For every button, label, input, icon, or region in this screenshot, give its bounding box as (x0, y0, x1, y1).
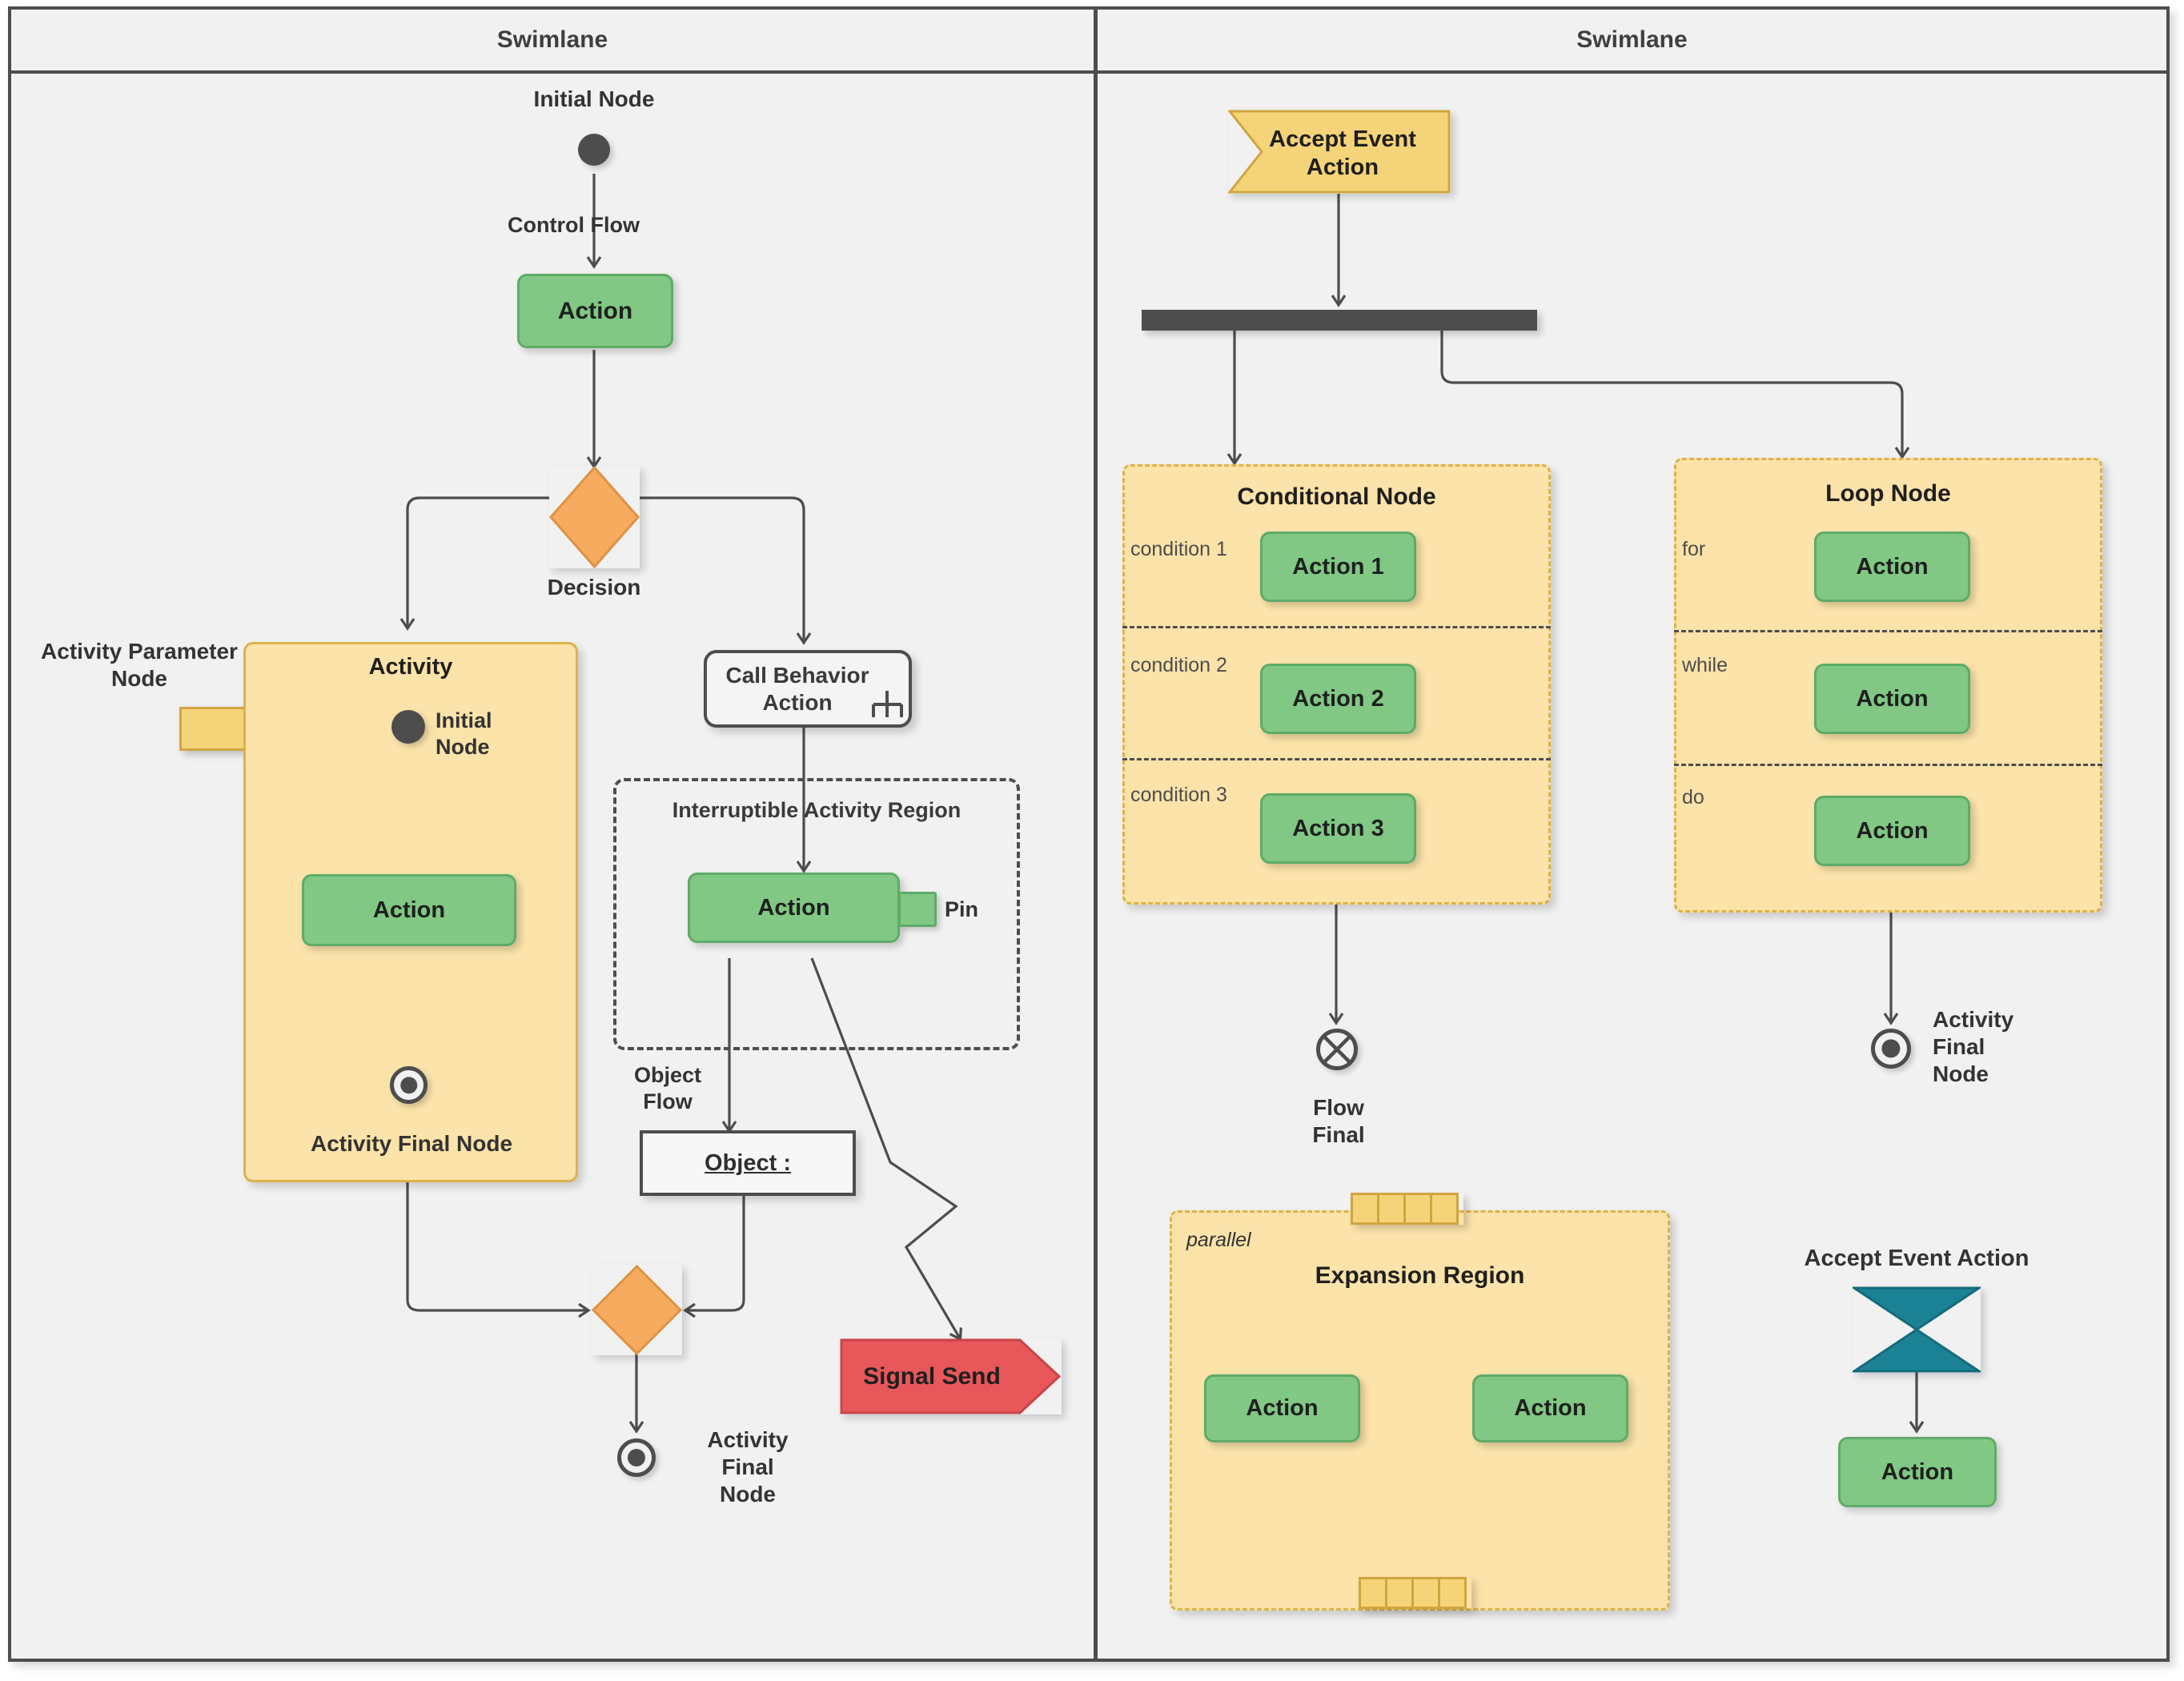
action-top-label: Action (557, 297, 633, 324)
accept-event-action-label: Accept Event Action (1269, 126, 1416, 181)
flow-final-label: Flow Final (1312, 1095, 1365, 1148)
flow-final-cross-icon (1323, 1036, 1351, 1063)
time-event-node[interactable] (1850, 1286, 1983, 1373)
merge-shape (591, 1264, 683, 1356)
edge-fork-to-loop (1440, 330, 1902, 456)
conditional-action-2-label: Action 2 (1292, 685, 1384, 712)
hourglass-icon (1850, 1286, 1983, 1373)
expansion-region-title: Expansion Region (1315, 1262, 1525, 1289)
expansion-cell (1411, 1577, 1440, 1609)
flow-final-node[interactable] (1316, 1029, 1358, 1070)
expansion-action-left-label: Action (1246, 1395, 1319, 1421)
activity-initial-node[interactable] (391, 710, 425, 744)
loop-action-3-label: Action (1856, 817, 1929, 844)
activity-final-node-right-label: Activity Final Node (1933, 1007, 2014, 1087)
expansion-action-right[interactable]: Action (1472, 1374, 1628, 1442)
swimlane-left-label: Swimlane (496, 26, 608, 53)
activity-parameter-node-label: Activity Parameter Node (41, 639, 238, 692)
loop-action-2-label: Action (1856, 685, 1929, 712)
edge-activity-to-merge (406, 1182, 588, 1310)
conditional-node-title: Conditional Node (1237, 483, 1436, 510)
activity-final-node-left-label: Activity Final Node (707, 1427, 789, 1507)
expansion-action-left[interactable]: Action (1204, 1374, 1360, 1442)
decision-node[interactable] (549, 465, 640, 569)
decision-label: Decision (547, 575, 641, 600)
expansion-cell (1351, 1193, 1379, 1225)
activity-initial-node-label: Initial Node (436, 708, 492, 759)
expansion-node-output[interactable] (1359, 1577, 1471, 1609)
time-event-action[interactable]: Action (1838, 1437, 1997, 1507)
loop-action-1-label: Action (1856, 553, 1929, 580)
expansion-cell (1377, 1193, 1406, 1225)
decision-shape (549, 465, 640, 569)
conditional-separator-2 (1122, 758, 1551, 760)
action-top[interactable]: Action (517, 274, 673, 348)
swimlane-divider (1094, 10, 1098, 1659)
loop-node-title: Loop Node (1825, 480, 1951, 507)
activity-action[interactable]: Action (302, 874, 516, 946)
pin-node[interactable] (898, 892, 937, 927)
loop-separator-1 (1674, 630, 2102, 632)
conditional-segment-label-2: condition 2 (1130, 654, 1227, 676)
swimlane-right-label: Swimlane (1576, 26, 1688, 53)
object-flow-label: Object Flow (633, 1063, 702, 1113)
time-event-label: Accept Event Action (1804, 1246, 2029, 1271)
diagram-canvas: Swimlane Swimlane Initial Node Control F… (0, 0, 2184, 1681)
interruptible-activity-region-title: Interruptible Activity Region (672, 798, 962, 822)
initial-node-label: Initial Node (533, 86, 655, 111)
merge-node[interactable] (591, 1264, 683, 1356)
fork-node[interactable] (1142, 310, 1537, 331)
swimlane-header-left[interactable]: Swimlane (11, 10, 1094, 74)
edge-decision-to-activity (407, 496, 549, 628)
edge-decision-to-callbehavior (640, 496, 804, 642)
activity-diagram: Swimlane Swimlane Initial Node Control F… (8, 6, 2170, 1662)
loop-action-2[interactable]: Action (1814, 664, 1970, 734)
signal-send-label: Signal Send (863, 1363, 1001, 1390)
conditional-segment-label-3: condition 3 (1130, 784, 1227, 806)
object-node-label: Object : (705, 1149, 791, 1176)
activity-action-label: Action (372, 897, 446, 923)
interruptible-action[interactable]: Action (688, 873, 900, 943)
conditional-action-1[interactable]: Action 1 (1260, 532, 1416, 602)
pin-label: Pin (945, 897, 979, 921)
swimlane-header-right[interactable]: Swimlane (1098, 10, 2166, 74)
object-node[interactable]: Object : (640, 1130, 856, 1196)
activity-final-node-left[interactable] (617, 1438, 656, 1477)
conditional-action-1-label: Action 1 (1292, 553, 1384, 580)
control-flow-label: Control Flow (508, 213, 640, 237)
loop-segment-label-1: for (1682, 538, 1706, 560)
expansion-node-input[interactable] (1351, 1193, 1463, 1225)
expansion-action-right-label: Action (1514, 1395, 1587, 1421)
initial-node[interactable] (578, 134, 610, 166)
expansion-cell (1430, 1193, 1459, 1225)
call-behavior-rake-icon (872, 691, 903, 717)
conditional-action-2[interactable]: Action 2 (1260, 664, 1416, 734)
loop-action-3[interactable]: Action (1814, 796, 1970, 866)
expansion-cell (1403, 1193, 1432, 1225)
conditional-segment-label-1: condition 1 (1130, 538, 1227, 560)
edge-object-to-merge (686, 1194, 745, 1310)
expansion-region-keyword: parallel (1186, 1229, 1251, 1251)
interruptible-action-label: Action (757, 894, 830, 921)
expansion-cell (1359, 1577, 1387, 1609)
time-event-action-label: Action (1881, 1458, 1954, 1485)
conditional-action-3-label: Action 3 (1292, 815, 1384, 841)
expansion-cell (1385, 1577, 1414, 1609)
loop-separator-2 (1674, 764, 2102, 766)
activity-final-node-right[interactable] (1871, 1029, 1911, 1069)
activity-final-node-inner[interactable] (390, 1066, 428, 1104)
expansion-cell (1438, 1577, 1467, 1609)
loop-segment-label-2: while (1682, 654, 1728, 676)
loop-segment-label-3: do (1682, 786, 1704, 808)
loop-action-1[interactable]: Action (1814, 532, 1970, 602)
conditional-action-3[interactable]: Action 3 (1260, 793, 1416, 864)
conditional-separator-1 (1122, 626, 1551, 628)
activity-region-title: Activity (368, 654, 453, 680)
activity-final-node-inner-label: Activity Final Node (310, 1131, 513, 1156)
call-behavior-action-label: Call Behavior Action (725, 662, 869, 715)
